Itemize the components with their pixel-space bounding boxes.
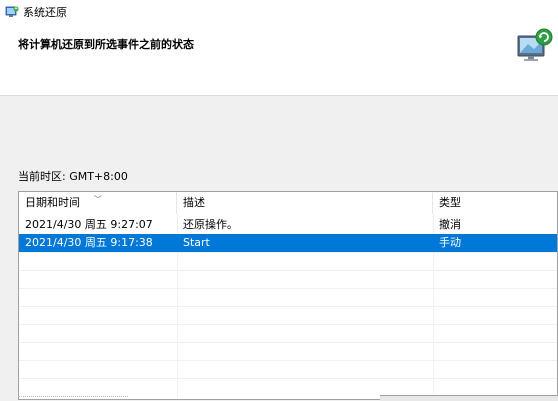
- restore-point-list[interactable]: 日期和时间 ﹀ 描述 类型 2021/4/30 周五 9:27:07 还原操作。…: [18, 191, 558, 400]
- column-header-label: 日期和时间: [25, 196, 80, 209]
- row-divider: [19, 342, 557, 343]
- list-header: 日期和时间 ﹀ 描述 类型: [19, 192, 557, 214]
- row-divider: [19, 288, 557, 289]
- window-title: 系统还原: [23, 6, 67, 19]
- page-subtitle: 将计算机还原到所选事件之前的状态: [18, 38, 194, 51]
- title-bar: 系统还原: [5, 4, 67, 20]
- row-divider: [19, 252, 557, 253]
- restore-computer-icon: [517, 28, 553, 61]
- row-divider: [19, 360, 557, 361]
- system-restore-icon: [5, 6, 19, 17]
- row-divider: [19, 306, 557, 307]
- cell-description: 还原操作。: [183, 218, 238, 231]
- column-header-datetime[interactable]: 日期和时间 ﹀: [19, 192, 177, 214]
- scan-button-partial[interactable]: [380, 395, 558, 401]
- timezone-label: 当前时区: GMT+8:00: [18, 170, 128, 183]
- cell-description: Start: [183, 236, 210, 249]
- row-divider: [19, 270, 557, 271]
- table-row-selected[interactable]: 2021/4/30 周五 9:17:38 Start 手动: [19, 234, 557, 252]
- column-header-label: 描述: [183, 196, 205, 209]
- header-panel: 系统还原 将计算机还原到所选事件之前的状态: [0, 0, 558, 96]
- checkbox-partial[interactable]: [18, 396, 128, 401]
- row-divider: [19, 378, 557, 379]
- table-row[interactable]: 2021/4/30 周五 9:27:07 还原操作。 撤消: [19, 216, 557, 234]
- row-divider: [19, 324, 557, 325]
- column-header-description[interactable]: 描述: [177, 192, 433, 214]
- cell-datetime: 2021/4/30 周五 9:27:07: [25, 218, 153, 231]
- column-header-label: 类型: [439, 196, 461, 209]
- cell-datetime: 2021/4/30 周五 9:17:38: [25, 236, 153, 249]
- cell-type: 撤消: [439, 218, 461, 231]
- cell-type: 手动: [439, 236, 461, 249]
- column-header-type[interactable]: 类型: [433, 192, 557, 214]
- sort-chevron-icon: ﹀: [94, 195, 102, 204]
